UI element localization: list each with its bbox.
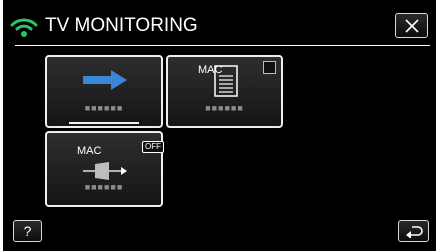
back-button[interactable] [398,220,429,242]
back-icon [406,226,423,238]
header-divider [15,45,430,46]
document-icon [214,65,238,97]
close-button[interactable] [395,13,428,38]
start-monitoring-tile[interactable]: ■■■■■■ [45,55,163,128]
mac-address-tile[interactable]: MAC ■■■■■■ [166,55,283,128]
checkbox[interactable] [263,61,276,74]
help-button[interactable]: ? [13,220,42,242]
wifi-icon [10,18,38,37]
tile-caption: ■■■■■■ [84,182,124,192]
close-icon [405,19,419,33]
tile-caption: ■■■■■■ [205,103,244,113]
arrow-device-icon [83,162,127,180]
selection-underline [69,122,139,124]
arrow-right-icon [83,70,127,90]
mac-label: MAC [77,145,102,157]
screen-title: TV MONITORING [45,15,198,36]
camera-screen: TV MONITORING ■■■■■■ MAC ■■■■■■ MAC OFF [3,0,436,251]
mac-monitoring-tile[interactable]: MAC OFF ■■■■■■ [45,131,164,207]
tile-caption: ■■■■■■ [84,103,124,113]
status-badge: OFF [142,141,164,153]
